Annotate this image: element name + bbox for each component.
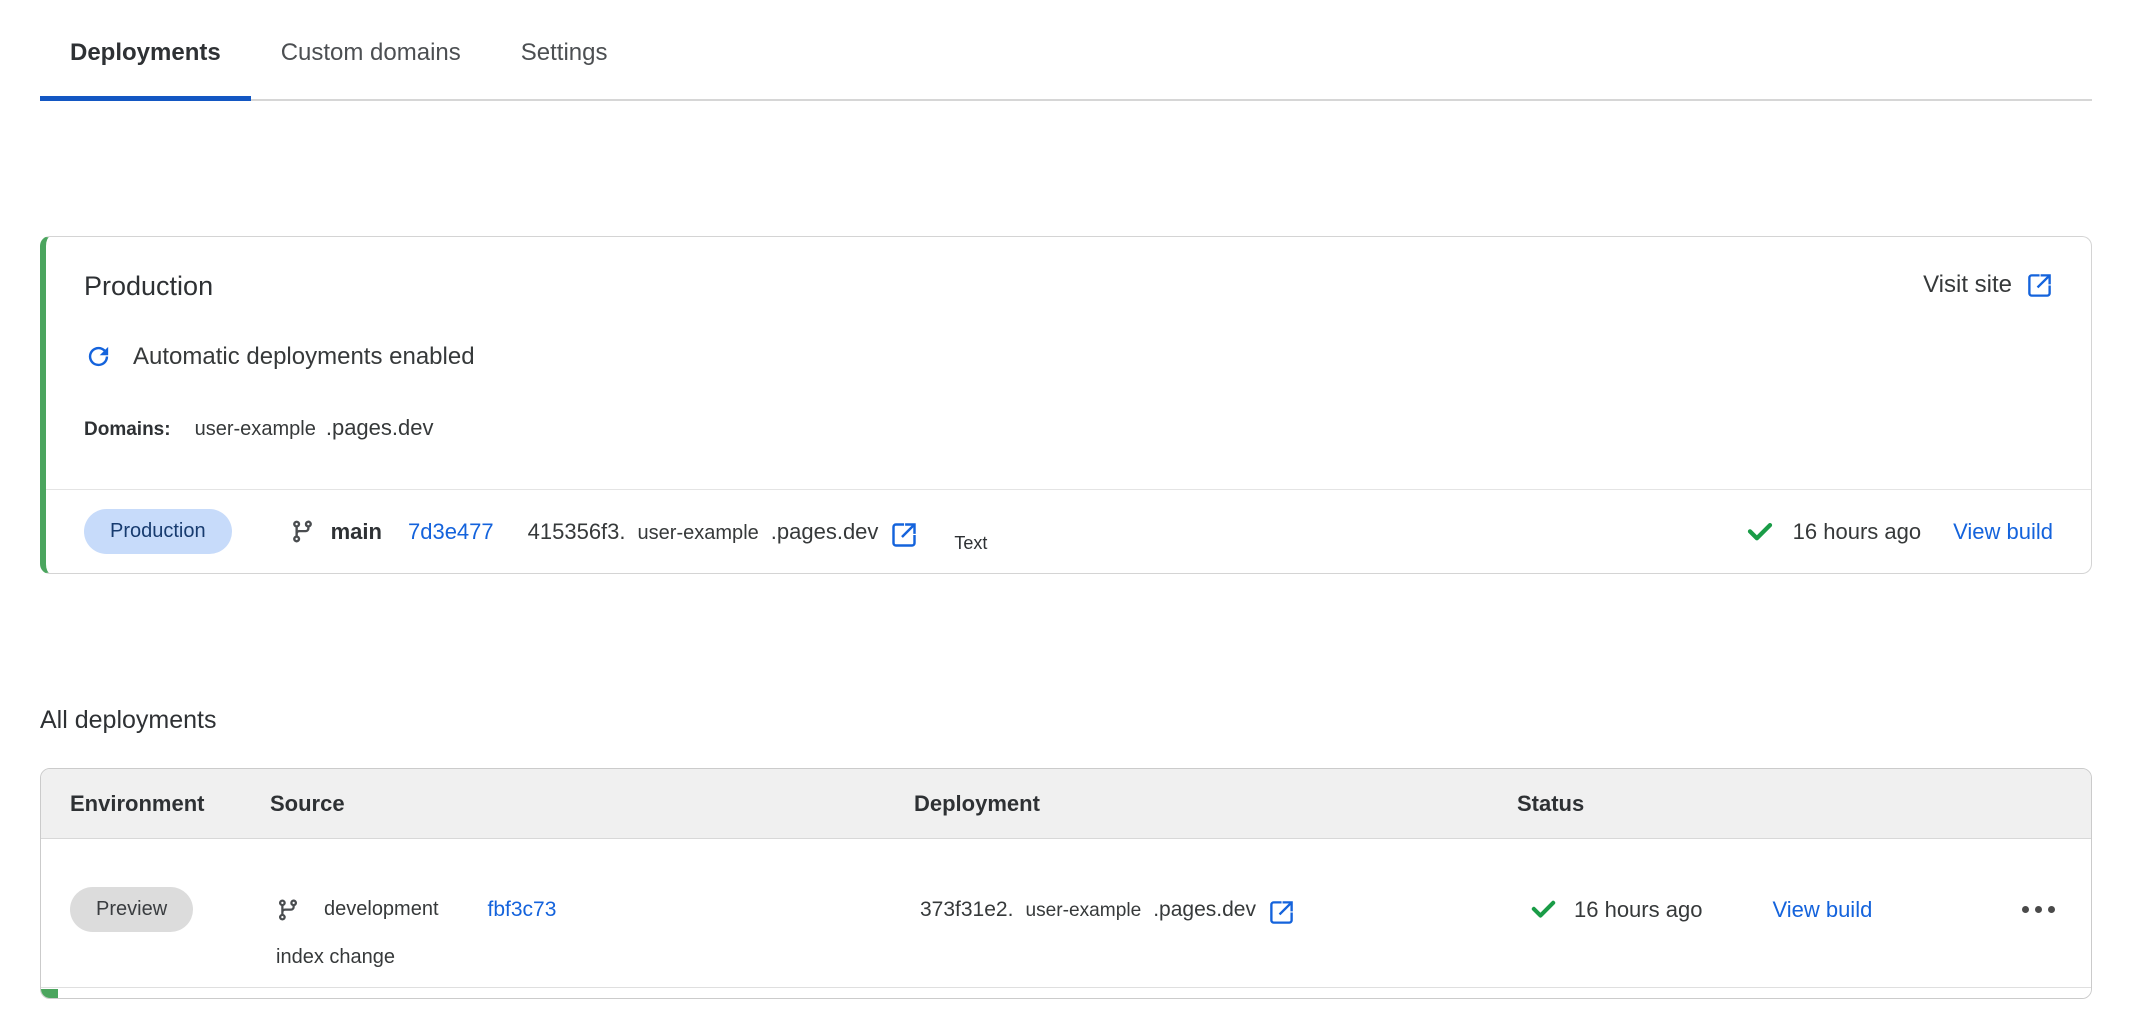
environment-badge: Production [84,509,232,554]
tab-label: Settings [521,39,608,66]
ellipsis-menu-icon[interactable] [2020,898,2057,921]
domain-name: user-example [195,418,316,441]
column-header-deployment: Deployment [914,791,1517,817]
branch-name: main [331,519,382,545]
production-deployment-row: Production main 7d3e477 415356f3. user-e… [46,490,2091,573]
tab-bar: Deployments Custom domains Settings [40,0,2092,101]
all-deployments-title: All deployments [40,706,2092,735]
deployment-status: 16 hours ago [1517,895,1702,924]
commit-link[interactable]: fbf3c73 [488,898,557,922]
production-card-title: Production [84,271,213,302]
column-header-status: Status [1517,791,2091,817]
environment-badge: Preview [70,887,193,932]
url-name: user-example [638,522,759,545]
view-build-link[interactable]: View build [1953,519,2053,545]
deployment-status: 16 hours ago [1745,517,1921,547]
deployments-table: Environment Source Deployment Status Pre… [40,768,2092,999]
auto-deployments-text: Automatic deployments enabled [133,343,475,371]
deployment-url: 415356f3. user-example .pages.dev [528,519,879,545]
production-row-indicator [41,989,58,998]
commit-message: index change [270,946,914,969]
tab-settings[interactable]: Settings [491,30,638,99]
visit-site-label: Visit site [1923,271,2012,299]
tab-label: Deployments [70,39,221,66]
url-suffix: .pages.dev [771,519,879,545]
deployment-url: 373f31e2. user-example .pages.dev [914,898,1256,922]
git-branch-icon [276,898,300,922]
production-domain: user-example .pages.dev [195,415,434,441]
url-prefix: 373f31e2. [920,898,1013,922]
external-link-icon[interactable] [1268,899,1295,926]
deployment-time: 16 hours ago [1574,897,1702,923]
view-build-link[interactable]: View build [1772,897,1872,923]
domain-suffix: .pages.dev [326,415,434,441]
next-row-partial [41,988,2091,998]
page: Deployments Custom domains Settings Prod… [0,0,2132,999]
table-row: Preview development fbf3c73 index change [41,839,2091,988]
commit-message: Text [954,533,987,554]
column-header-environment: Environment [41,791,270,817]
visit-site-link[interactable]: Visit site [1923,271,2053,299]
column-header-source: Source [270,791,914,817]
url-name: user-example [1025,900,1141,922]
external-link-icon[interactable] [890,521,918,549]
check-icon [1529,895,1558,924]
commit-link[interactable]: 7d3e477 [408,519,494,545]
tab-deployments[interactable]: Deployments [40,30,251,99]
external-link-icon [2026,272,2053,299]
check-icon [1745,517,1775,547]
tab-custom-domains[interactable]: Custom domains [251,30,491,99]
url-suffix: .pages.dev [1153,898,1256,922]
refresh-icon [84,342,113,371]
git-branch-icon [290,519,315,544]
tab-label: Custom domains [281,39,461,66]
table-header: Environment Source Deployment Status [41,769,2091,839]
deployment-time: 16 hours ago [1793,519,1921,545]
production-card: Production Visit site [40,236,2092,574]
url-prefix: 415356f3. [528,519,626,545]
branch-name: development [324,898,439,921]
domains-label: Domains: [84,419,171,441]
